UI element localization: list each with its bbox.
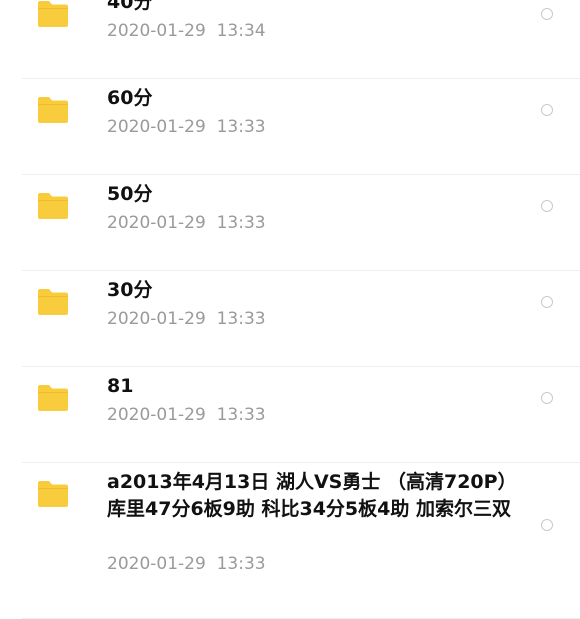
select-radio[interactable] <box>541 392 553 404</box>
list-item[interactable]: a2013年4月13日 湖人VS勇士 （高清720P）库里47分6板9助 科比3… <box>0 463 580 619</box>
folder-icon <box>36 384 70 412</box>
folder-name: 50分 <box>107 183 153 205</box>
folder-name: 60分 <box>107 87 153 109</box>
list-item[interactable]: 60分 2020-01-29 13:33 <box>0 79 580 175</box>
folder-name: 30分 <box>107 279 153 301</box>
folder-icon <box>36 96 70 124</box>
list-item[interactable]: 30分 2020-01-29 13:33 <box>0 271 580 367</box>
list-item[interactable]: 50分 2020-01-29 13:33 <box>0 175 580 271</box>
folder-timestamp: 2020-01-29 13:34 <box>107 21 266 41</box>
folder-timestamp: 2020-01-29 13:33 <box>107 405 266 425</box>
select-radio[interactable] <box>541 8 553 20</box>
select-radio[interactable] <box>541 200 553 212</box>
folder-timestamp: 2020-01-29 13:33 <box>107 117 266 137</box>
select-radio[interactable] <box>541 296 553 308</box>
list-item[interactable]: 81 2020-01-29 13:33 <box>0 367 580 463</box>
folder-name: 81 <box>107 375 134 397</box>
folder-timestamp: 2020-01-29 13:33 <box>107 309 266 329</box>
folder-name: 40分 <box>107 0 153 13</box>
select-radio[interactable] <box>541 519 553 531</box>
folder-icon <box>36 288 70 316</box>
folder-timestamp: 2020-01-29 13:33 <box>107 554 266 574</box>
folder-icon <box>36 0 70 28</box>
select-radio[interactable] <box>541 104 553 116</box>
list-item[interactable]: 40分 2020-01-29 13:34 <box>0 0 580 79</box>
folder-icon <box>36 480 70 508</box>
folder-icon <box>36 192 70 220</box>
folder-name: a2013年4月13日 湖人VS勇士 （高清720P）库里47分6板9助 科比3… <box>107 471 511 520</box>
folder-timestamp: 2020-01-29 13:33 <box>107 213 266 233</box>
